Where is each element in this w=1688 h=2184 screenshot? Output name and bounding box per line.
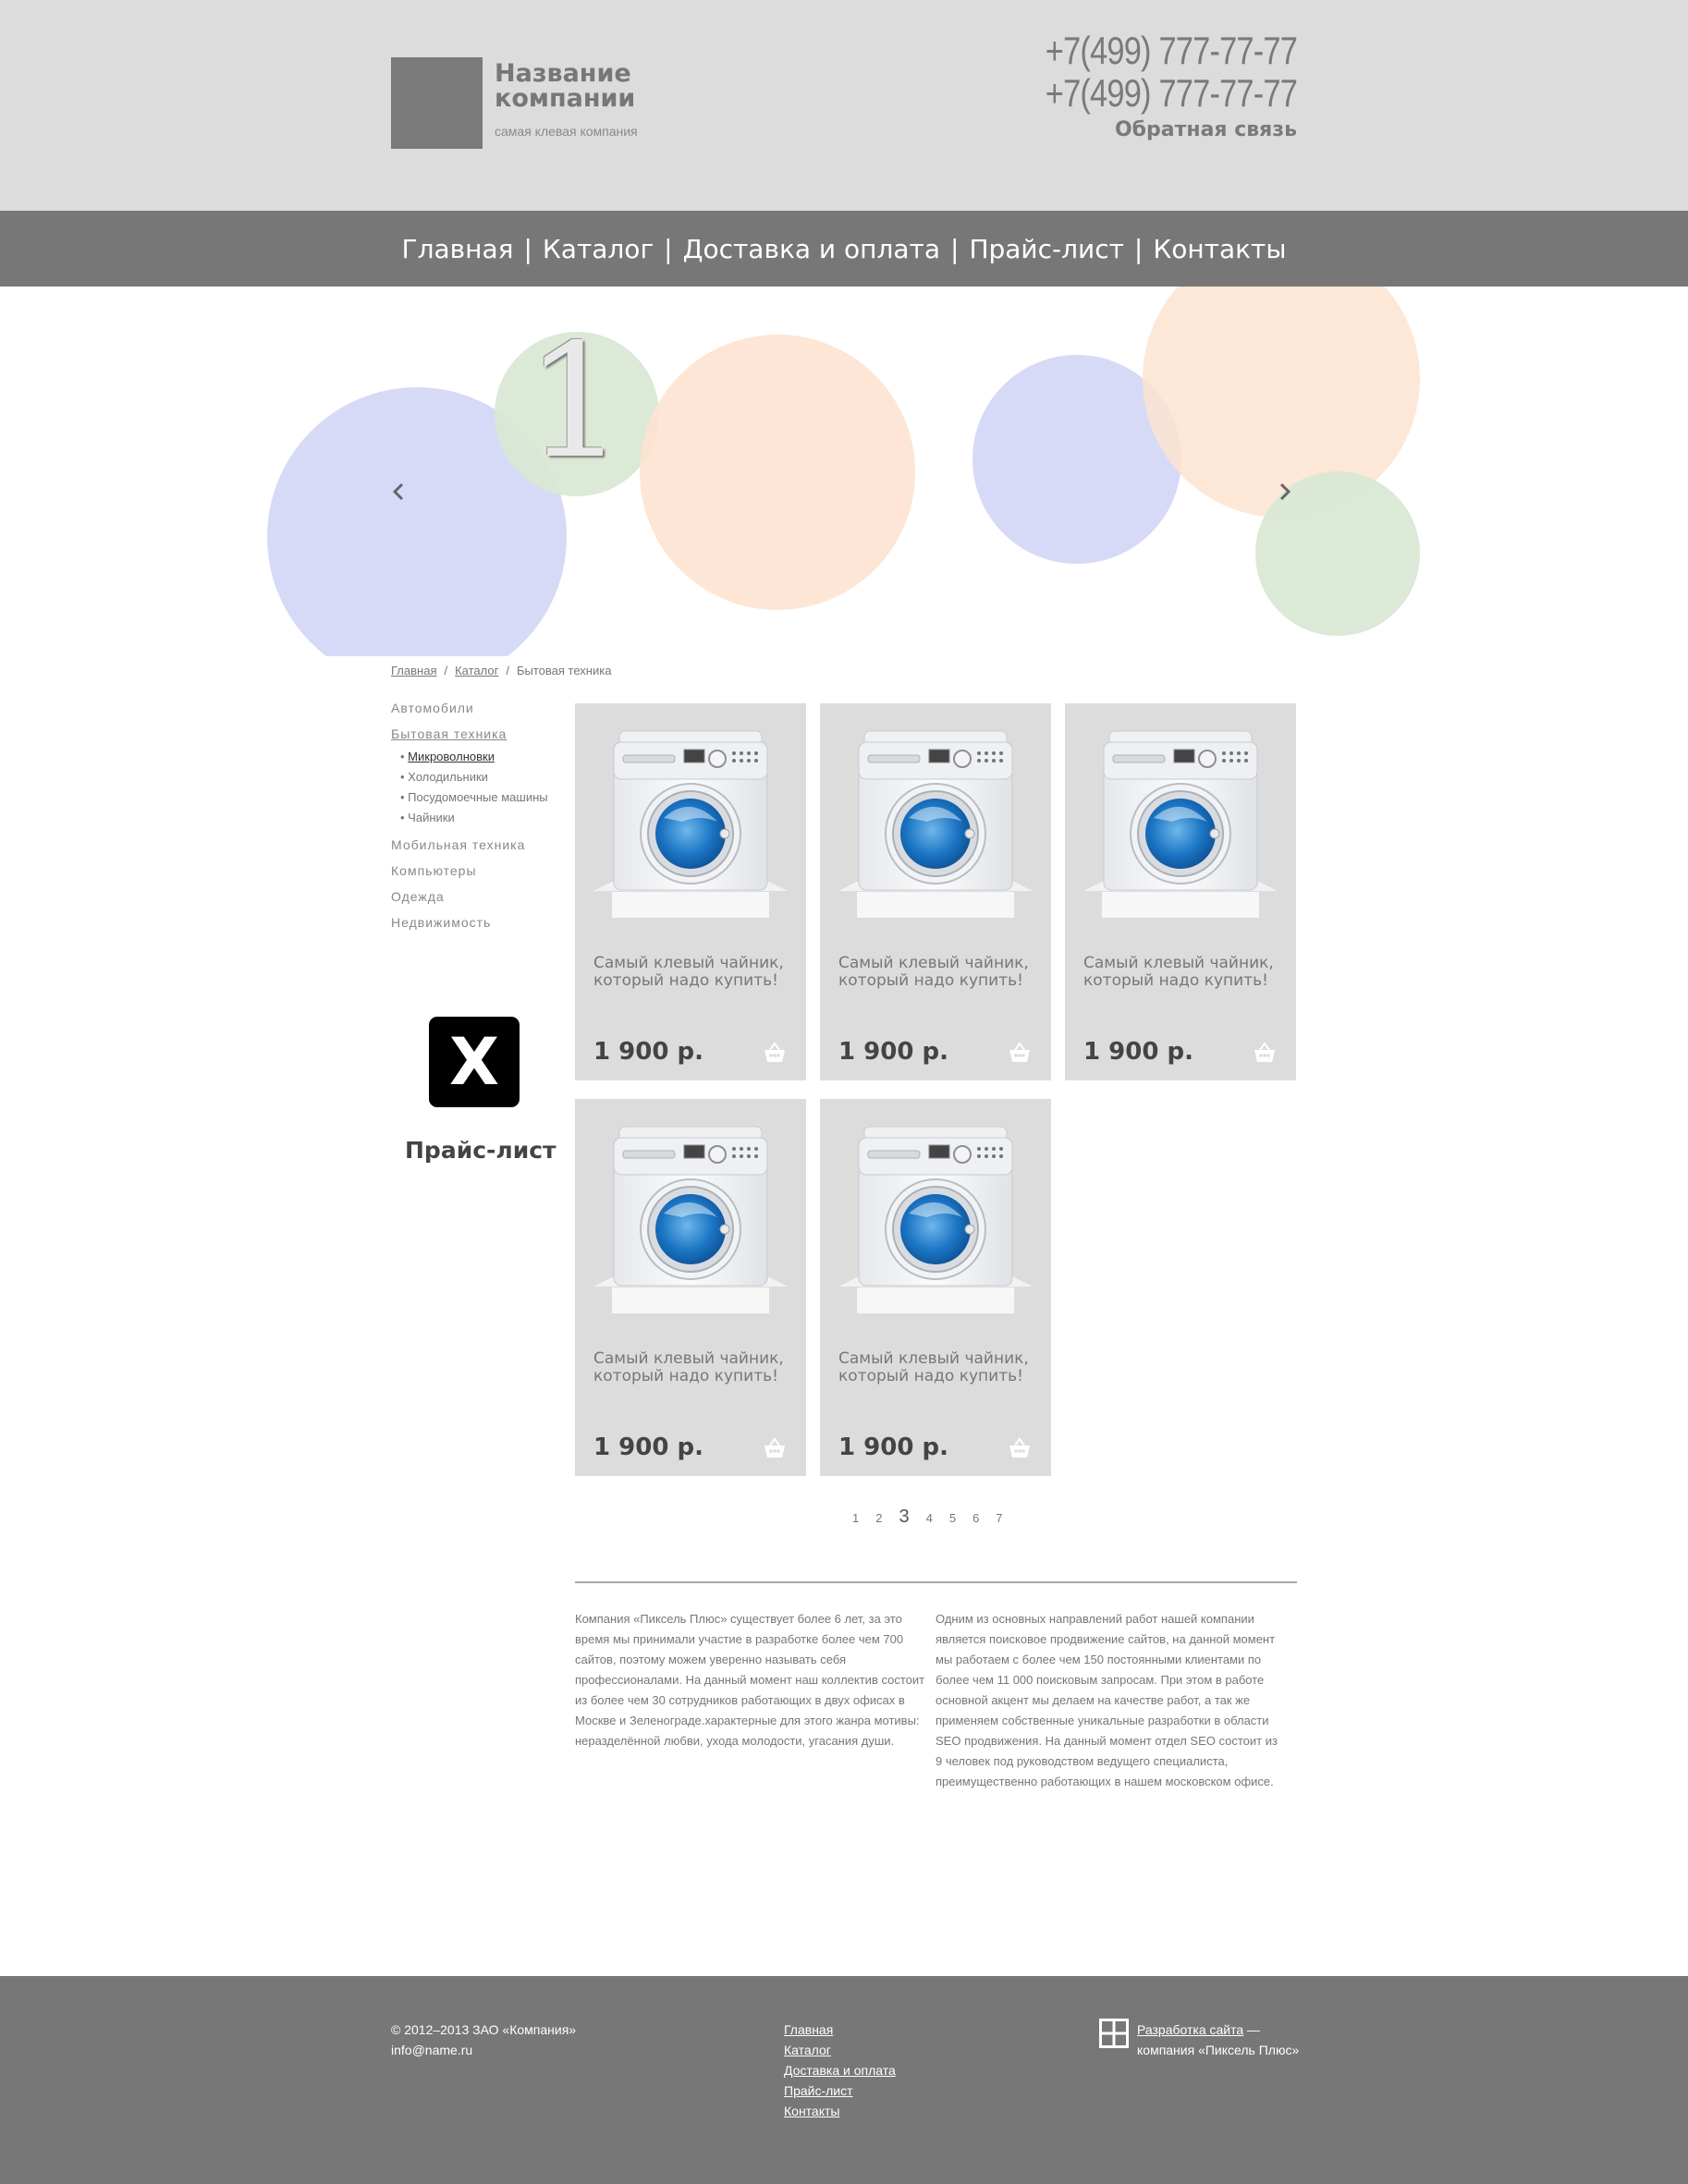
breadcrumb-current: Бытовая техника (517, 664, 612, 677)
subcategory-label: Чайники (408, 811, 455, 824)
breadcrumb-separator: / (506, 664, 509, 677)
category-cars[interactable]: Автомобили (391, 701, 557, 726)
nav-separator: | (950, 233, 960, 264)
company-name[interactable]: Название компании (495, 61, 679, 111)
cart-icon[interactable] (763, 1042, 787, 1064)
footer-link-home[interactable]: Главная (784, 2019, 896, 2040)
product-image[interactable] (1083, 729, 1278, 918)
nav-item-home[interactable]: Главная (392, 234, 524, 264)
footer-nav: Главная Каталог Доставка и оплата Прайс-… (784, 2019, 896, 2121)
subcategory-label: Холодильники (408, 770, 488, 784)
product-image[interactable] (593, 1125, 788, 1313)
developer-text: Разработка сайта — компания «Пиксель Плю… (1137, 2019, 1299, 2060)
product-image[interactable] (593, 729, 788, 918)
nav-item-catalog[interactable]: Каталог (532, 234, 664, 264)
site-footer: © 2012–2013 ЗАО «Компания» info@name.ru … (0, 1976, 1688, 2184)
category-clothing[interactable]: Одежда (391, 889, 557, 915)
subcategory-fridges[interactable]: • Холодильники (391, 767, 557, 787)
pixel-plus-logo-icon (1099, 2019, 1129, 2048)
product-card[interactable]: Самый клевый чайник, который надо купить… (820, 703, 1051, 1080)
phone-number-1: +7(499) 777-77-77 (1045, 29, 1298, 72)
breadcrumb-home[interactable]: Главная (391, 664, 436, 677)
company-tagline: самая клевая компания (495, 124, 638, 139)
product-card[interactable]: Самый клевый чайник, который надо купить… (575, 703, 806, 1080)
subcategory-label: Посудомоечные машины (408, 790, 548, 804)
page-link-current[interactable]: 3 (899, 1507, 909, 1528)
pagination: 1 2 3 4 5 6 7 (852, 1507, 1020, 1528)
cart-icon[interactable] (763, 1437, 787, 1459)
hero-slider: 1 (0, 287, 1688, 656)
subcategory-microwaves[interactable]: • Микроволновки (391, 747, 557, 767)
product-price: 1 900 р. (593, 1434, 703, 1461)
nav-separator: | (664, 233, 673, 264)
product-card[interactable]: Самый клевый чайник, который надо купить… (820, 1099, 1051, 1476)
breadcrumb-separator: / (444, 664, 448, 677)
product-card[interactable]: Самый клевый чайник, который надо купить… (575, 1099, 806, 1476)
about-text-left: Компания «Пиксель Плюс» существует более… (575, 1612, 925, 1748)
company-logo[interactable] (391, 57, 483, 149)
product-price: 1 900 р. (838, 1038, 948, 1066)
nav-item-delivery[interactable]: Доставка и оплата (673, 234, 950, 264)
developer-link[interactable]: Разработка сайта (1137, 2022, 1243, 2037)
page-link[interactable]: 6 (972, 1511, 979, 1525)
product-price: 1 900 р. (593, 1038, 703, 1066)
product-price: 1 900 р. (1083, 1038, 1193, 1066)
footer-link-delivery[interactable]: Доставка и оплата (784, 2060, 896, 2080)
cart-icon[interactable] (1253, 1042, 1277, 1064)
nav-item-contacts[interactable]: Контакты (1143, 234, 1296, 264)
content-divider (575, 1581, 1297, 1583)
developer-company: компания «Пиксель Плюс» (1137, 2043, 1300, 2057)
slider-circle-peach (640, 335, 915, 610)
main-nav: Главная | Каталог | Доставка и оплата | … (0, 211, 1688, 287)
nav-item-pricelist[interactable]: Прайс-лист (959, 234, 1133, 264)
subcategory-list: • Микроволновки • Холодильники • Посудом… (391, 747, 557, 828)
cart-icon[interactable] (1008, 1042, 1032, 1064)
feedback-link[interactable]: Обратная связь (1115, 118, 1297, 141)
site-header: Название компании самая клевая компания … (0, 0, 1688, 211)
footer-link-contacts[interactable]: Контакты (784, 2101, 896, 2121)
product-name[interactable]: Самый клевый чайник, который надо купить… (593, 1350, 792, 1385)
about-text-right: Одним из основных направлений работ наше… (936, 1612, 1278, 1788)
breadcrumb: Главная / Каталог / Бытовая техника (391, 664, 611, 677)
category-mobile[interactable]: Мобильная техника (391, 837, 557, 863)
breadcrumb-catalog[interactable]: Каталог (455, 664, 498, 677)
category-computers[interactable]: Компьютеры (391, 863, 557, 889)
page-link[interactable]: 2 (875, 1511, 882, 1525)
subcategory-dishwashers[interactable]: • Посудомоечные машины (391, 787, 557, 808)
footer-copyright: © 2012–2013 ЗАО «Компания» (391, 2022, 577, 2037)
subcategory-kettles[interactable]: • Чайники (391, 808, 557, 828)
developer-dash: — (1243, 2022, 1261, 2037)
page-link[interactable]: 1 (852, 1511, 859, 1525)
footer-link-catalog[interactable]: Каталог (784, 2040, 896, 2060)
cart-icon[interactable] (1008, 1437, 1032, 1459)
chevron-left-icon[interactable] (392, 481, 405, 508)
category-realty[interactable]: Недвижимость (391, 915, 557, 941)
footer-email[interactable]: info@name.ru (391, 2040, 576, 2060)
product-name[interactable]: Самый клевый чайник, который надо купить… (838, 1350, 1037, 1385)
page-link[interactable]: 5 (949, 1511, 956, 1525)
footer-link-pricelist[interactable]: Прайс-лист (784, 2080, 896, 2101)
subcategory-label[interactable]: Микроволновки (408, 750, 495, 763)
nav-separator: | (523, 233, 532, 264)
phone-number-2: +7(499) 777-77-77 (1045, 71, 1298, 115)
product-image[interactable] (838, 1125, 1033, 1313)
product-image[interactable] (838, 729, 1033, 918)
slide-number: 1 (525, 311, 626, 494)
product-name[interactable]: Самый клевый чайник, который надо купить… (593, 955, 792, 990)
product-price: 1 900 р. (838, 1434, 948, 1461)
price-list-link[interactable]: Прайс-лист (405, 1137, 557, 1164)
page-link[interactable]: 4 (926, 1511, 933, 1525)
excel-x-icon[interactable]: X (429, 1017, 520, 1107)
chevron-right-icon[interactable] (1278, 481, 1291, 508)
footer-copyright-block: © 2012–2013 ЗАО «Компания» info@name.ru (391, 2019, 576, 2060)
product-card[interactable]: Самый клевый чайник, который надо купить… (1065, 703, 1296, 1080)
page-link[interactable]: 7 (996, 1511, 1002, 1525)
product-name[interactable]: Самый клевый чайник, который надо купить… (838, 955, 1037, 990)
product-name[interactable]: Самый клевый чайник, который надо купить… (1083, 955, 1282, 990)
nav-separator: | (1133, 233, 1144, 264)
category-sidebar: Автомобили Бытовая техника • Микроволнов… (391, 701, 557, 1164)
